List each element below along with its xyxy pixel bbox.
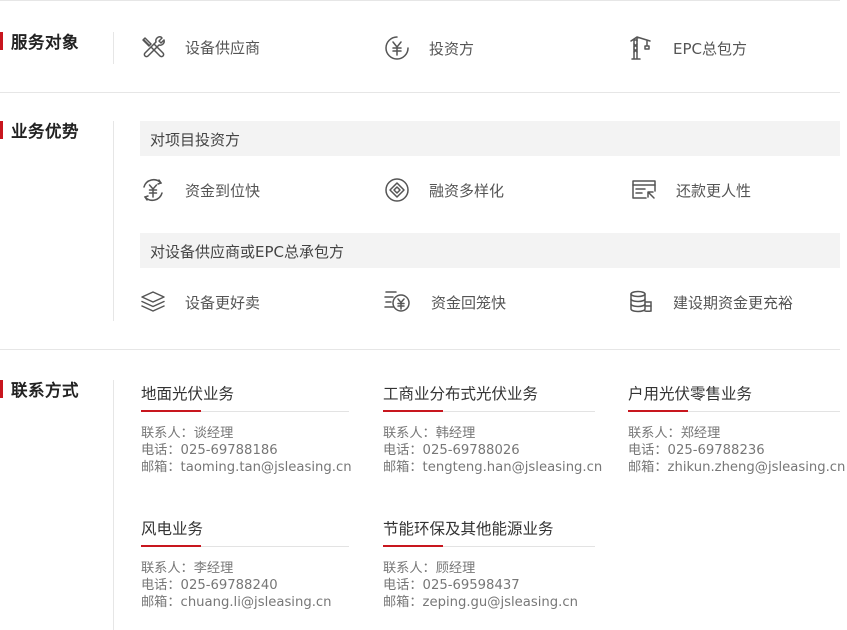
section-marker (0, 121, 3, 139)
advantage-group-heading: 对项目投资方 (140, 121, 840, 156)
contact-card-residential-pv: 户用光伏零售业务 联系人：郑经理 电话：025-69788236 邮箱：zhik… (628, 382, 845, 477)
section-marker (0, 32, 3, 50)
contact-person: 联系人：李经理 (141, 561, 234, 576)
contact-card-details: 联系人：韩经理 电话：025-69788026 邮箱：tengteng.han@… (383, 426, 602, 477)
contact-card-rule (383, 410, 595, 412)
coin-stack-icon (627, 288, 655, 316)
section-title-service: 服务对象 (0, 30, 79, 52)
service-item-epc: EPC总包方 (627, 33, 747, 63)
section-divider (0, 92, 840, 93)
advantage-item-diverse-financing: 融资多样化 (383, 175, 504, 205)
contact-card-rule (141, 410, 349, 412)
contact-card-details: 联系人：顾经理 电话：025-69598437 邮箱：zeping.gu@jsl… (383, 561, 595, 611)
advantage-item-label: 资金到位快 (185, 181, 261, 200)
contact-card-title: 节能环保及其他能源业务 (383, 520, 554, 538)
layers-icon (139, 288, 167, 316)
contact-email[interactable]: 邮箱：zeping.gu@jsleasing.cn (383, 595, 595, 612)
advantage-item-label: 资金回笼快 (431, 293, 507, 312)
contact-email[interactable]: 邮箱：zhikun.zheng@jsleasing.cn (628, 460, 845, 477)
advantage-item-ample-construction-funds: 建设期资金更充裕 (627, 287, 793, 317)
contact-card-title: 风电业务 (141, 520, 204, 538)
contact-phone: 电话：025-69788186 (141, 442, 278, 458)
crane-icon (627, 34, 655, 62)
advantage-item-fast-funds: 资金到位快 (139, 175, 260, 205)
top-divider (0, 0, 840, 1)
contact-card-title: 地面光伏业务 (141, 385, 235, 403)
advantage-item-label: 建设期资金更充裕 (673, 293, 794, 312)
advantage-item-label: 融资多样化 (429, 181, 505, 200)
yuan-circle-icon (383, 34, 411, 62)
contact-card-rule (141, 545, 349, 547)
contact-person: 联系人：顾经理 (383, 561, 476, 576)
yuan-refresh-icon (139, 176, 167, 204)
contact-person: 联系人：谈经理 (141, 426, 234, 441)
contact-card-title: 工商业分布式光伏业务 (383, 385, 539, 403)
section-vline (113, 32, 114, 64)
contact-person: 联系人：韩经理 (383, 426, 476, 441)
service-item-label: EPC总包方 (673, 39, 747, 58)
section-title-text: 联系方式 (11, 381, 79, 400)
contact-person: 联系人：郑经理 (628, 426, 721, 441)
contact-phone: 电话：025-69788026 (383, 442, 520, 458)
service-item-supplier: 设备供应商 (139, 32, 260, 62)
advantage-item-easier-sales: 设备更好卖 (139, 287, 260, 317)
advantage-item-label: 还款更人性 (676, 181, 752, 200)
section-title-text: 服务对象 (11, 33, 79, 52)
section-title-contact: 联系方式 (0, 378, 79, 400)
section-divider (0, 349, 840, 350)
contact-card-commercial-pv: 工商业分布式光伏业务 联系人：韩经理 电话：025-69788026 邮箱：te… (383, 382, 602, 477)
contact-card-details: 联系人：李经理 电话：025-69788240 邮箱：chuang.li@jsl… (141, 561, 349, 611)
tools-icon (139, 33, 167, 61)
contact-phone: 电话：025-69598437 (383, 577, 520, 593)
advantage-item-flexible-repayment: 还款更人性 (630, 175, 751, 205)
fast-yuan-icon (383, 288, 411, 316)
section-title-text: 业务优势 (11, 122, 79, 141)
group-heading-text: 对设备供应商或EPC总承包方 (150, 243, 344, 261)
contact-card-rule (628, 410, 840, 412)
diamond-circle-icon (383, 176, 411, 204)
contact-card-details: 联系人：郑经理 电话：025-69788236 邮箱：zhikun.zheng@… (628, 426, 845, 477)
contact-phone: 电话：025-69788240 (141, 577, 278, 593)
contact-phone: 电话：025-69788236 (628, 442, 765, 458)
advantage-item-label: 设备更好卖 (185, 293, 261, 312)
contact-card-title: 户用光伏零售业务 (628, 385, 753, 403)
section-marker (0, 380, 3, 398)
service-item-label: 投资方 (429, 39, 475, 58)
service-item-label: 设备供应商 (185, 38, 261, 57)
payment-card-icon (630, 176, 658, 204)
contact-email[interactable]: 邮箱：taoming.tan@jsleasing.cn (141, 460, 352, 477)
section-title-advantage: 业务优势 (0, 119, 79, 141)
advantage-group-heading: 对设备供应商或EPC总承包方 (140, 233, 840, 268)
contact-card-rule (383, 545, 595, 547)
contact-card-wind: 风电业务 联系人：李经理 电话：025-69788240 邮箱：chuang.l… (141, 517, 349, 611)
group-heading-text: 对项目投资方 (150, 131, 241, 149)
contact-card-details: 联系人：谈经理 电话：025-69788186 邮箱：taoming.tan@j… (141, 426, 352, 477)
contact-card-energy-saving: 节能环保及其他能源业务 联系人：顾经理 电话：025-69598437 邮箱：z… (383, 517, 595, 611)
section-vline (113, 121, 114, 321)
contact-email[interactable]: 邮箱：chuang.li@jsleasing.cn (141, 595, 349, 612)
section-vline (113, 380, 114, 630)
service-item-investor: 投资方 (383, 33, 474, 63)
contact-card-ground-pv: 地面光伏业务 联系人：谈经理 电话：025-69788186 邮箱：taomin… (141, 382, 352, 477)
advantage-item-fast-payback: 资金回笼快 (383, 287, 506, 317)
contact-email[interactable]: 邮箱：tengteng.han@jsleasing.cn (383, 460, 602, 477)
